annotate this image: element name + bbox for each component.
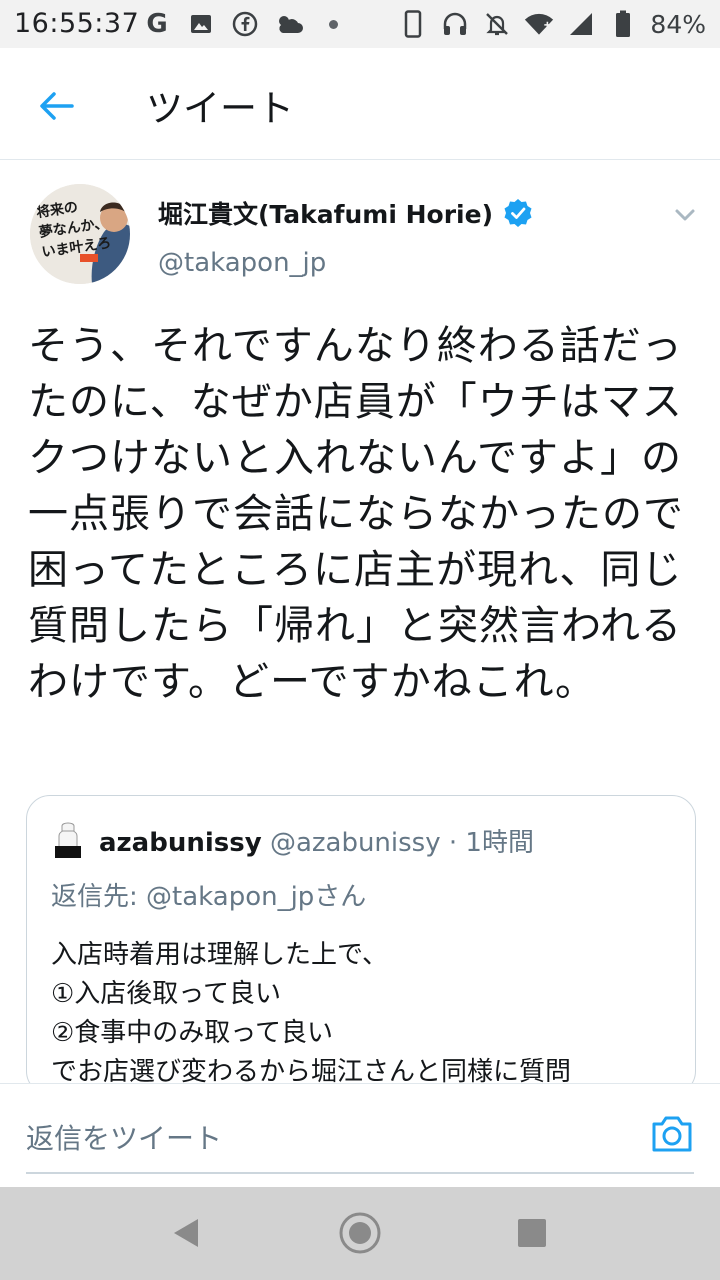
reply-input[interactable]: 返信をツイート	[26, 1117, 222, 1157]
reply-prefix: 返信先:	[51, 882, 147, 912]
dot-icon	[318, 9, 348, 39]
headset-icon	[440, 9, 470, 39]
author-avatar[interactable]: 将来の 夢なんか、 いま叶えろ	[30, 184, 130, 284]
author-name-row[interactable]: 堀江貴文(Takafumi Horie)	[158, 195, 533, 231]
back-arrow-icon	[40, 92, 74, 120]
nav-recents-button[interactable]	[516, 1217, 548, 1249]
home-circle-icon	[339, 1212, 381, 1254]
image-icon	[186, 9, 216, 39]
facebook-icon	[230, 9, 260, 39]
quoted-tweet[interactable]: azabunissy @azabunissy · 1時間 返信先: @takap…	[26, 795, 696, 1095]
triangle-back-icon	[174, 1219, 198, 1247]
nav-back-button[interactable]	[168, 1215, 204, 1251]
quoted-name[interactable]: azabunissy	[99, 828, 262, 858]
reply-handle[interactable]: @takapon_jpさん	[146, 882, 366, 912]
quoted-line: ②食事中のみ取って良い	[51, 1018, 334, 1048]
wifi-icon	[524, 9, 554, 39]
notification-icons: G	[142, 9, 348, 39]
google-icon: G	[146, 9, 168, 39]
page-title: ツイート	[146, 87, 294, 130]
battery-percent: 84%	[650, 9, 706, 39]
quoted-time: · 1時間	[448, 828, 534, 858]
quoted-line: ①入店後取って良い	[51, 979, 282, 1009]
author-name[interactable]: 堀江貴文(Takafumi Horie)	[158, 195, 493, 231]
phone-icon	[398, 9, 428, 39]
camera-icon	[652, 1116, 692, 1152]
system-icons: 84%	[398, 9, 706, 39]
quoted-reply-to: 返信先: @takapon_jpさん	[51, 876, 366, 913]
camera-button[interactable]	[650, 1112, 694, 1156]
status-time: 16:55:37	[14, 8, 140, 39]
quoted-line: 入店時着用は理解した上で、	[51, 940, 388, 970]
tweet-text: そう、それですんなり終わる話だったのに、なぜか店員が「ウチはマスクつけないと入れ…	[28, 323, 684, 705]
tweet-menu-button[interactable]	[670, 200, 700, 230]
status-bar: 16:55:37 G 84%	[0, 0, 720, 48]
chevron-down-icon	[675, 209, 695, 221]
reply-divider	[26, 1172, 694, 1174]
quoted-avatar	[51, 822, 85, 860]
reply-bar: 返信をツイート	[0, 1083, 720, 1187]
weather-icon	[274, 9, 304, 39]
quoted-body: 入店時着用は理解した上で、 ①入店後取って良い ②食事中のみ取って良い でお店選…	[51, 936, 681, 1092]
back-button[interactable]	[30, 80, 82, 132]
battery-icon	[608, 9, 638, 39]
author-handle[interactable]: @takapon_jp	[158, 248, 326, 278]
system-nav-bar	[0, 1187, 720, 1280]
square-recents-icon	[518, 1219, 546, 1247]
quoted-header: azabunissy @azabunissy · 1時間	[99, 822, 534, 859]
quoted-handle[interactable]: @azabunissy	[270, 828, 441, 858]
nav-home-button[interactable]	[338, 1211, 382, 1255]
verified-badge-icon	[504, 199, 532, 227]
mute-icon	[482, 9, 512, 39]
app-header: ツイート	[0, 48, 720, 160]
signal-icon	[566, 9, 596, 39]
